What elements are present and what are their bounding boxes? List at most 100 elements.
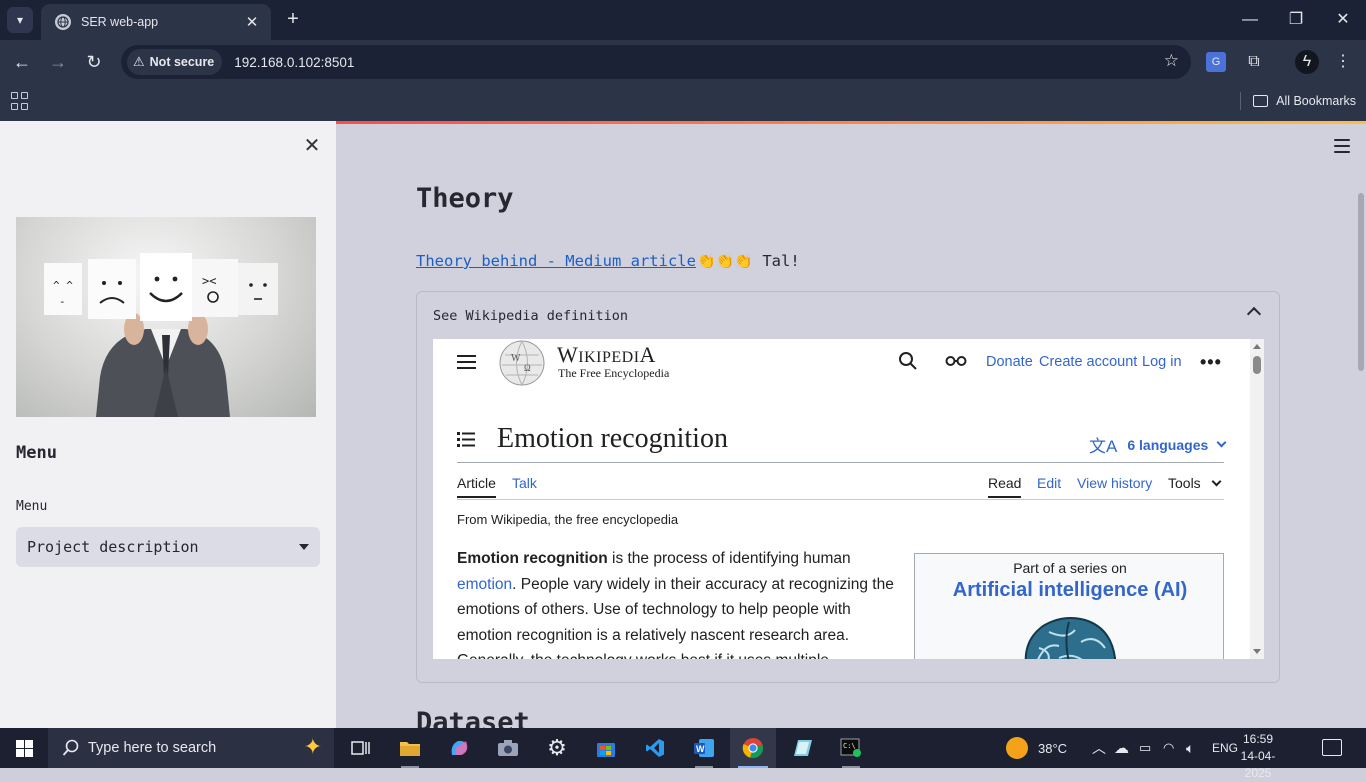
- taskbar-clock[interactable]: 16:59 14-04-2025: [1233, 731, 1283, 782]
- profile-avatar[interactable]: ϟ: [1295, 50, 1319, 74]
- file-explorer-icon[interactable]: [387, 728, 433, 768]
- bookmark-star-icon[interactable]: ☆: [1164, 51, 1179, 71]
- search-icon: [62, 739, 79, 756]
- show-hidden-icons-chevron[interactable]: ︿: [1092, 728, 1106, 768]
- tab-read[interactable]: Read: [988, 475, 1022, 498]
- minimize-icon[interactable]: —: [1238, 8, 1262, 32]
- header-decoration: [336, 121, 1366, 124]
- title-divider: [457, 462, 1224, 463]
- extensions-icon[interactable]: ⧉: [1242, 50, 1266, 74]
- forward-icon[interactable]: →: [45, 49, 71, 75]
- chrome-icon[interactable]: [730, 728, 776, 768]
- terminal-icon[interactable]: C:\: [828, 728, 874, 768]
- reload-icon[interactable]: ↻: [81, 49, 107, 75]
- apps-icon[interactable]: [11, 92, 29, 110]
- browser-menu-icon[interactable]: ⋮: [1331, 50, 1355, 74]
- site-info-button[interactable]: ⚠ Not secure: [127, 49, 223, 75]
- taskbar-search-box[interactable]: Type here to search ✦: [48, 728, 334, 768]
- notes-app-icon[interactable]: [779, 728, 825, 768]
- wiki-search-icon[interactable]: [898, 351, 918, 371]
- body-intro: is the process of identifying human: [607, 550, 851, 567]
- app-menu-icon[interactable]: [1334, 139, 1350, 153]
- clapping-hands-emoji: 👏👏👏: [696, 252, 753, 270]
- tab-edit[interactable]: Edit: [1037, 475, 1061, 491]
- battery-icon[interactable]: ▭: [1139, 728, 1151, 768]
- clock-time: 16:59: [1242, 732, 1274, 746]
- scroll-down-arrow-icon[interactable]: [1253, 649, 1261, 654]
- settings-gear-icon[interactable]: ⚙: [534, 728, 580, 768]
- url-text[interactable]: 192.168.0.102:8501: [234, 55, 354, 70]
- wikipedia-globe-logo[interactable]: W Ω: [497, 339, 547, 387]
- wikipedia-tagline: The Free Encyclopedia: [558, 366, 670, 380]
- close-tab-icon[interactable]: ✕: [243, 13, 261, 31]
- translate-extension-icon[interactable]: G: [1206, 52, 1226, 72]
- chevron-up-icon[interactable]: [1246, 306, 1262, 322]
- expander-title[interactable]: See Wikipedia definition: [433, 308, 628, 324]
- camera-icon[interactable]: [485, 728, 531, 768]
- menu-select[interactable]: Project description: [16, 527, 320, 567]
- wiki-page-title: Emotion recognition: [497, 423, 728, 454]
- svg-text:^ ^: ^ ^: [53, 279, 73, 292]
- menu-select-label: Menu: [16, 499, 48, 514]
- donate-link[interactable]: Donate: [986, 354, 1033, 370]
- table-of-contents-icon[interactable]: [457, 432, 475, 447]
- tab-talk[interactable]: Talk: [512, 475, 537, 491]
- login-link[interactable]: Log in: [1142, 354, 1182, 370]
- emotion-faces-image: ^ ^ - ><: [16, 217, 316, 417]
- dataset-heading: Dataset: [416, 707, 530, 728]
- svg-text:><: ><: [202, 274, 216, 288]
- emotion-link[interactable]: emotion: [457, 576, 512, 593]
- bookmarks-separator: [1240, 92, 1242, 110]
- wikipedia-iframe[interactable]: W Ω WIKIPEDIA The Free Encyclopedia Dona…: [433, 339, 1264, 659]
- infobox-title-link[interactable]: Artificial intelligence (AI): [915, 579, 1225, 602]
- dropdown-arrow-icon: [299, 544, 309, 550]
- tab-view-history[interactable]: View history: [1077, 475, 1152, 491]
- tab-title: SER web-app: [81, 15, 159, 29]
- tab-search-button[interactable]: ▾: [7, 7, 33, 33]
- search-placeholder: Type here to search: [88, 740, 217, 756]
- theory-heading: Theory: [416, 183, 514, 214]
- weather-widget[interactable]: 38°C: [1006, 728, 1067, 768]
- close-window-icon[interactable]: ✕: [1331, 8, 1355, 32]
- tools-chevron-icon[interactable]: [1211, 476, 1222, 487]
- wifi-icon[interactable]: ◠: [1163, 728, 1174, 768]
- scroll-up-arrow-icon[interactable]: [1253, 344, 1261, 349]
- address-bar[interactable]: ⚠ Not secure 192.168.0.102:8501 ☆: [121, 45, 1191, 79]
- svg-text:-: -: [59, 295, 66, 308]
- scroll-thumb[interactable]: [1253, 356, 1261, 374]
- browser-tab[interactable]: SER web-app ✕: [41, 4, 271, 40]
- onedrive-cloud-icon[interactable]: ☁: [1114, 728, 1129, 768]
- wiki-main-menu-icon[interactable]: [457, 355, 476, 369]
- tab-tools[interactable]: Tools: [1168, 475, 1201, 491]
- svg-text:W: W: [696, 744, 705, 754]
- svg-text:Ω: Ω: [524, 363, 531, 373]
- wikipedia-wordmark[interactable]: WIKIPEDIA: [557, 342, 656, 368]
- new-tab-button[interactable]: +: [283, 8, 303, 30]
- tab-article[interactable]: Article: [457, 475, 496, 498]
- restore-icon[interactable]: ❐: [1284, 8, 1308, 32]
- chevron-down-icon: [1216, 437, 1227, 448]
- weather-temperature: 38°C: [1038, 740, 1068, 756]
- appearance-glasses-icon[interactable]: [945, 355, 967, 367]
- copilot-sparkle-icon[interactable]: ✦: [304, 734, 322, 760]
- task-view-icon[interactable]: [338, 728, 384, 768]
- vscode-icon[interactable]: [632, 728, 678, 768]
- word-icon[interactable]: W: [681, 728, 727, 768]
- medium-article-link[interactable]: Theory behind - Medium article: [416, 252, 696, 270]
- volume-icon[interactable]: 🔈︎: [1186, 728, 1194, 768]
- body-rest: . People vary widely in their accuracy a…: [457, 575, 894, 659]
- create-account-link[interactable]: Create account: [1039, 354, 1137, 370]
- from-wikipedia-line: From Wikipedia, the free encyclopedia: [457, 512, 679, 527]
- security-label: Not secure: [149, 55, 215, 69]
- page-scrollbar[interactable]: [1358, 193, 1364, 371]
- back-icon[interactable]: ←: [9, 49, 35, 75]
- microsoft-store-icon[interactable]: [583, 728, 629, 768]
- all-bookmarks-button[interactable]: All Bookmarks: [1240, 92, 1356, 110]
- iframe-scrollbar[interactable]: [1250, 339, 1264, 659]
- notification-center-icon[interactable]: [1322, 739, 1342, 756]
- windows-start-icon[interactable]: [16, 740, 33, 757]
- more-options-icon[interactable]: •••: [1200, 352, 1222, 373]
- close-sidebar-icon[interactable]: ✕: [300, 134, 324, 158]
- languages-button[interactable]: 文A 6 languages: [1089, 432, 1227, 457]
- copilot-app-icon[interactable]: [436, 728, 482, 768]
